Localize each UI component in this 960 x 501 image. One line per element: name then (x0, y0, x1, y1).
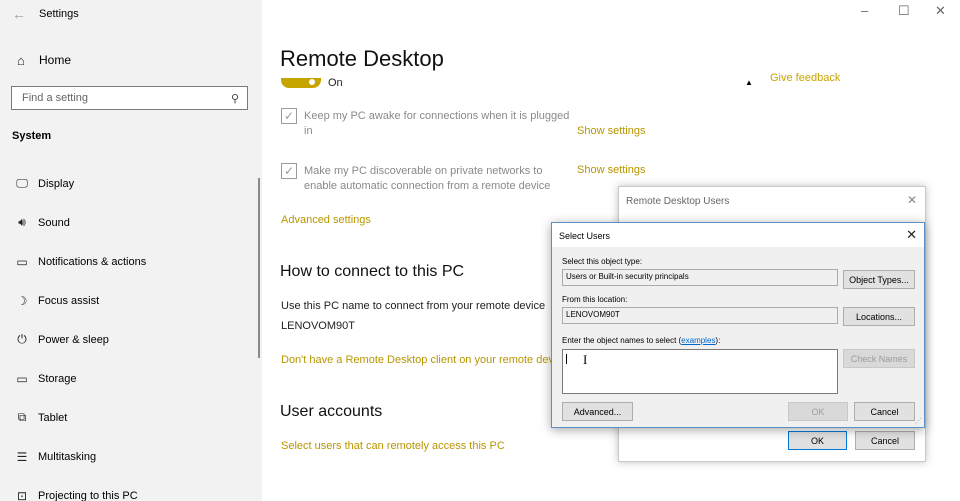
minimize-icon[interactable]: – (861, 3, 868, 18)
notification-icon: ▭ (16, 254, 28, 269)
tablet-icon: ⧉ (17, 410, 27, 424)
ok-button[interactable]: OK (788, 402, 848, 421)
sidebar-item-home[interactable]: ⌂ Home (0, 48, 262, 72)
storage-icon: ▭ (16, 371, 28, 386)
dialog-titlebar[interactable]: Select Users ✕ (552, 223, 924, 247)
sidebar-item-label: Projecting to this PC (38, 489, 138, 501)
monitor-icon: 🖵 (16, 176, 28, 190)
show-settings-link-1[interactable]: Show settings (577, 125, 645, 137)
dialog-title: Select Users (559, 231, 611, 241)
sidebar-scrollbar[interactable] (258, 178, 260, 358)
sidebar-item-storage[interactable]: ▭ Storage (0, 359, 262, 398)
power-icon: ⏻ (17, 332, 27, 346)
sidebar-item-sound[interactable]: 🔊︎ Sound (0, 203, 262, 242)
toggle-state-label: On (328, 77, 343, 89)
sidebar-item-label: Power & sleep (38, 333, 109, 346)
client-download-link[interactable]: Don't have a Remote Desktop client on yo… (281, 354, 574, 366)
search-icon[interactable]: ⚲ (231, 92, 239, 105)
sidebar-item-label: Display (38, 177, 75, 190)
settings-sidebar: ← Settings ⌂ Home ⚲ System 🖵 Display 🔊︎ … (0, 0, 262, 501)
object-names-input[interactable]: I (562, 349, 838, 394)
object-type-label: Select this object type: (562, 257, 643, 266)
object-names-label: Enter the object names to select (exampl… (562, 336, 720, 345)
search-box[interactable]: ⚲ (11, 86, 248, 110)
connect-text: Use this PC name to connect from your re… (281, 300, 546, 312)
select-users-dialog: Select Users ✕ Select this object type: … (551, 222, 925, 428)
home-icon: ⌂ (17, 52, 25, 68)
object-names-label-end: ): (715, 336, 721, 345)
keep-awake-label: Keep my PC awake for connections when it… (304, 110, 570, 137)
sidebar-item-label: Storage (38, 372, 77, 385)
cancel-button[interactable]: Cancel (855, 431, 915, 450)
sidebar-item-notifications[interactable]: ▭ Notifications & actions (0, 242, 262, 281)
section-label-system: System (12, 130, 52, 142)
sidebar-item-tablet[interactable]: ⧉ Tablet (0, 398, 262, 437)
pc-name: LENOVOM90T (281, 320, 355, 332)
examples-link[interactable]: examples (681, 336, 715, 345)
speaker-icon: 🔊︎ (18, 215, 26, 229)
location-field: LENOVOM90T (562, 307, 838, 324)
sidebar-item-label: Home (39, 53, 72, 67)
show-settings-link-2[interactable]: Show settings (577, 164, 645, 176)
object-type-field: Users or Built-in security principals (562, 269, 838, 286)
sidebar-item-multitasking[interactable]: ☰ Multitasking (0, 437, 262, 476)
resize-grip-icon[interactable]: ⋰ (915, 417, 922, 425)
sidebar-item-label: Tablet (38, 411, 68, 424)
maximize-icon[interactable]: ☐ (898, 3, 910, 19)
location-label: From this location: (562, 295, 628, 304)
close-icon[interactable]: ✕ (907, 193, 917, 207)
sidebar-item-projecting[interactable]: ⊡ Projecting to this PC (0, 476, 262, 501)
app-title: Settings (39, 8, 79, 20)
search-input[interactable] (22, 92, 202, 104)
sidebar-item-label: Sound (38, 216, 70, 229)
feedback-icon: ▲ (745, 78, 753, 87)
remote-desktop-toggle[interactable] (281, 78, 321, 88)
sidebar-item-focus-assist[interactable]: ☽ Focus assist (0, 281, 262, 320)
page-title: Remote Desktop (280, 46, 444, 71)
connect-heading: How to connect to this PC (280, 263, 465, 280)
advanced-settings-link[interactable]: Advanced settings (281, 214, 371, 226)
give-feedback-link[interactable]: Give feedback (770, 72, 840, 84)
object-names-label-text: Enter the object names to select ( (562, 336, 682, 345)
sidebar-item-label: Notifications & actions (38, 255, 147, 268)
object-types-button[interactable]: Object Types... (843, 270, 915, 289)
sidebar-item-power-sleep[interactable]: ⏻ Power & sleep (0, 320, 262, 359)
discoverable-checkbox[interactable]: ✓ (281, 163, 297, 179)
ibeam-cursor-icon: I (583, 352, 588, 367)
moon-icon: ☽ (16, 293, 28, 308)
sidebar-nav: 🖵 Display 🔊︎ Sound ▭ Notifications & act… (0, 164, 262, 501)
close-icon[interactable]: ✕ (906, 227, 917, 243)
sidebar-item-display[interactable]: 🖵 Display (0, 164, 262, 203)
text-caret (566, 354, 567, 364)
sidebar-item-label: Multitasking (38, 450, 97, 463)
check-names-button[interactable]: Check Names (843, 349, 915, 368)
sidebar-item-label: Focus assist (38, 294, 100, 307)
dialog-title: Remote Desktop Users (626, 196, 730, 207)
back-arrow-icon[interactable]: ← (12, 6, 26, 22)
multitasking-icon: ☰ (16, 449, 28, 464)
keep-awake-checkbox[interactable]: ✓ (281, 108, 297, 124)
projecting-icon: ⊡ (16, 488, 28, 501)
user-accounts-heading: User accounts (280, 403, 383, 420)
select-users-link[interactable]: Select users that can remotely access th… (281, 440, 505, 452)
advanced-button[interactable]: Advanced... (562, 402, 633, 421)
discoverable-label: Make my PC discoverable on private netwo… (304, 165, 551, 192)
locations-button[interactable]: Locations... (843, 307, 915, 326)
cancel-button[interactable]: Cancel (854, 402, 915, 421)
ok-button[interactable]: OK (788, 431, 847, 450)
close-window-icon[interactable]: ✕ (935, 3, 946, 19)
